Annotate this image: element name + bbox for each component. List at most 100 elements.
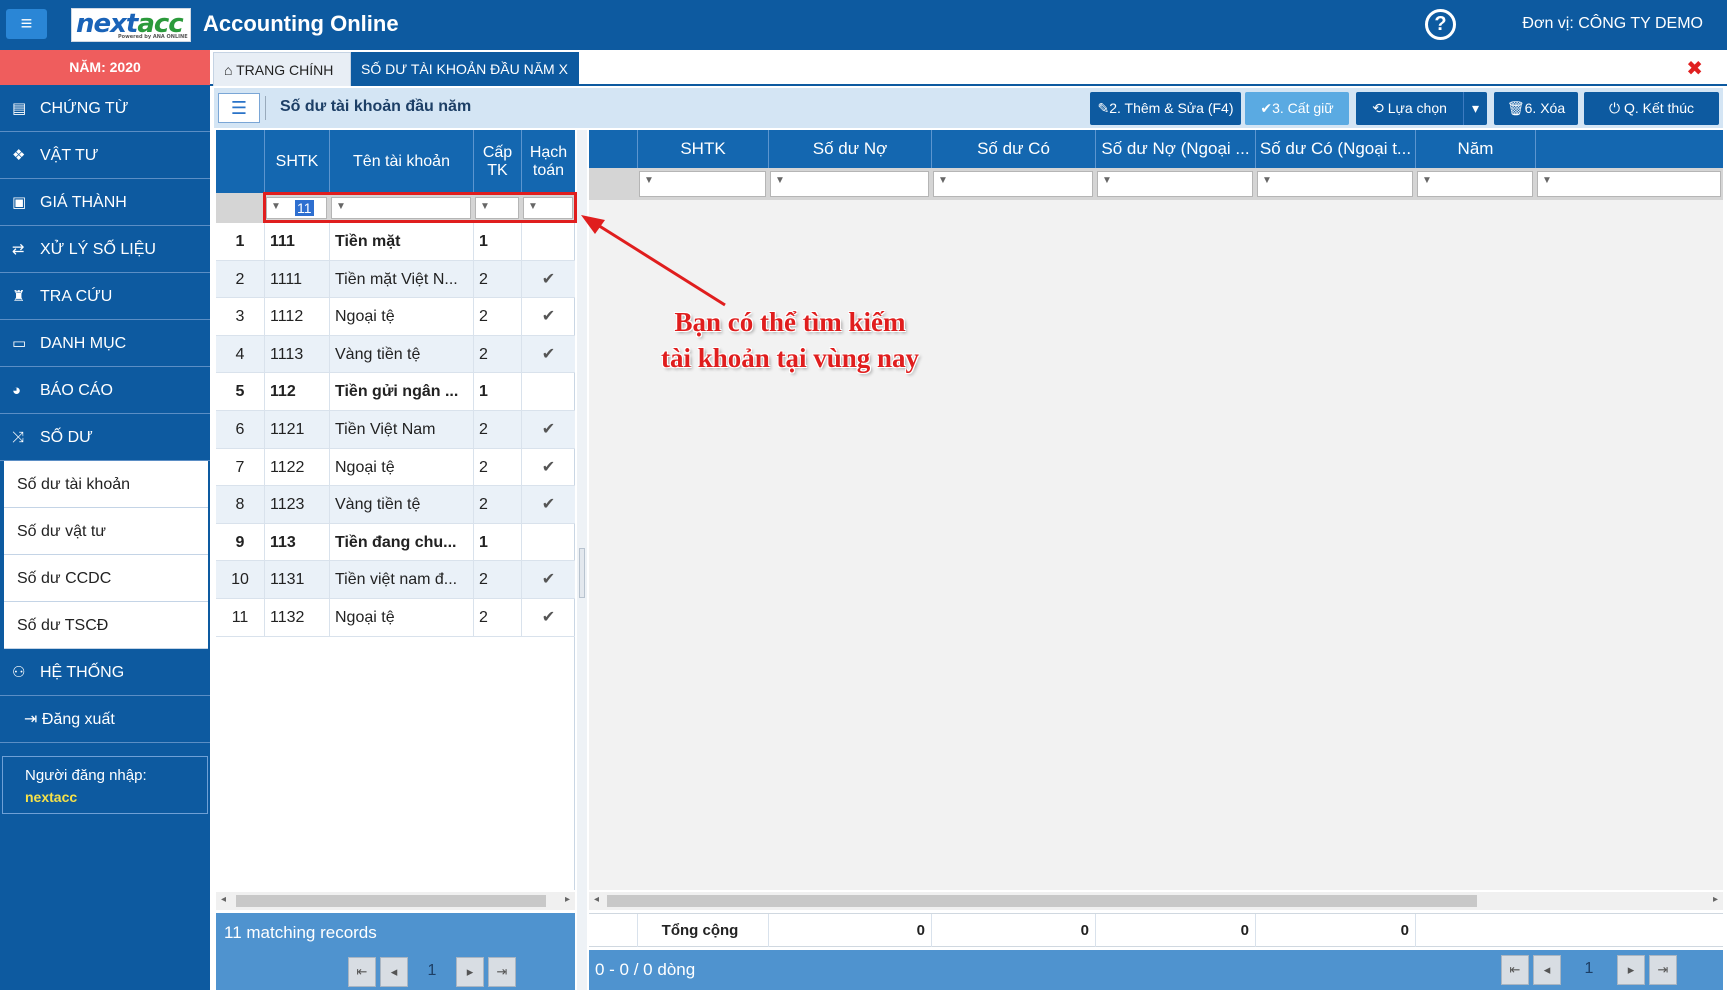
table-row[interactable]: 6 1121 Tiền Việt Nam 2 ✔ [216, 410, 575, 449]
col-account-name[interactable]: Tên tài khoản [329, 130, 473, 193]
right-grid-footer: 0 - 0 / 0 dòng ⇤ ◂ 1 ▸ ⇥ [589, 950, 1723, 990]
splitter-grip[interactable] [579, 548, 585, 598]
table-row[interactable]: 11 1132 Ngoại tệ 2 ✔ [216, 598, 575, 637]
sidebar-item-he-thong[interactable]: ⚇ HỆ THỐNG [0, 649, 210, 696]
check-icon: ✔ [521, 260, 575, 298]
col-r-shtk[interactable]: SHTK [637, 130, 768, 168]
scroll-left-icon[interactable]: ◂ [594, 894, 599, 905]
sidebar: NĂM: 2020 ▤ CHỨNG TỪ ❖ VẬT TƯ ▣ GIÁ THÀNH ⇄… [0, 50, 210, 990]
right-horizontal-scrollbar[interactable]: ◂ ▸ [589, 892, 1723, 910]
scroll-thumb[interactable] [607, 895, 1477, 907]
list-view-icon[interactable]: ☰ [218, 93, 260, 123]
table-row[interactable]: 4 1113 Vàng tiền tệ 2 ✔ [216, 335, 575, 374]
table-row[interactable]: 1 111 Tiền mặt 1 [216, 223, 575, 261]
prev-page-icon[interactable]: ◂ [380, 957, 408, 987]
balance-filter-row: ▼ ▼ ▼ ▼ ▼ ▼ ▼ [589, 168, 1723, 200]
check-icon [521, 523, 575, 561]
delete-button[interactable]: 🗑6. Xóa [1494, 92, 1578, 125]
table-row[interactable]: 7 1122 Ngoại tệ 2 ✔ [216, 448, 575, 487]
sidebar-item-bao-cao[interactable]: ◕ BÁO CÁO [0, 367, 210, 414]
scroll-left-icon[interactable]: ◂ [221, 894, 226, 905]
col-credit-foreign[interactable]: Số dư Có (Ngoại t... [1255, 130, 1415, 168]
sidebar-item-tra-cuu[interactable]: ♜ TRA CỨU [0, 273, 210, 320]
scroll-right-icon[interactable]: ▸ [1713, 894, 1718, 905]
options-button[interactable]: ⟲ Lựa chọn ▾ [1356, 92, 1487, 125]
col-posted[interactable]: Hạch toán [521, 130, 575, 193]
chevron-down-icon[interactable]: ▾ [1463, 92, 1487, 125]
total-credit: 0 [931, 914, 1095, 947]
binoculars-icon: ♜ [12, 287, 26, 305]
submenu-so-du-ccdc[interactable]: Số dư CCDC [4, 555, 208, 602]
table-row[interactable]: 3 1112 Ngoại tệ 2 ✔ [216, 298, 575, 336]
save-button[interactable]: ✔3. Cất giữ [1245, 92, 1349, 125]
money-icon: ▣ [12, 193, 27, 211]
left-grid-footer: 11 matching records ⇤ ◂ 1 ▸ ⇥ [216, 913, 575, 990]
help-icon[interactable]: ? [1425, 9, 1456, 40]
sidebar-item-xu-ly-so-lieu[interactable]: ⇄ XỬ LÝ SỐ LIỆU [0, 226, 210, 273]
filter-icon: ▼ [1542, 175, 1552, 186]
left-horizontal-scrollbar[interactable]: ◂ ▸ [216, 892, 575, 910]
page-number[interactable]: 1 [1565, 955, 1613, 985]
col-debit[interactable]: Số dư Nợ [768, 130, 931, 168]
col-level[interactable]: Cấp TK [473, 130, 521, 193]
col-year[interactable]: Năm [1415, 130, 1535, 168]
finish-button[interactable]: ⏻ Q. Kết thúc [1584, 92, 1719, 125]
year-filter-input[interactable]: ▼ [1417, 171, 1533, 197]
sidebar-item-so-du[interactable]: ⤨ SỐ DƯ [0, 414, 210, 461]
add-edit-button[interactable]: ✎2. Thêm & Sửa (F4) [1090, 92, 1241, 125]
col-credit[interactable]: Số dư Có [931, 130, 1095, 168]
debit-foreign-filter-input[interactable]: ▼ [1097, 171, 1253, 197]
table-row[interactable]: 9 113 Tiền đang chu... 1 [216, 523, 575, 562]
last-page-icon[interactable]: ⇥ [488, 957, 516, 987]
credit-filter-input[interactable]: ▼ [933, 171, 1093, 197]
table-row[interactable]: 5 112 Tiền gửi ngân ... 1 [216, 373, 575, 411]
matching-records: 11 matching records [224, 923, 377, 942]
sidebar-item-gia-thanh[interactable]: ▣ GIÁ THÀNH [0, 179, 210, 226]
submenu-so-du-tai-khoan[interactable]: Số dư tài khoản [4, 461, 208, 508]
col-shtk[interactable]: SHTK [264, 130, 329, 193]
check-icon [521, 373, 575, 411]
tab-bar: ⌂ TRANG CHÍNH SỐ DƯ TÀI KHOẢN ĐẦU NĂM X … [210, 50, 1727, 86]
logout-link[interactable]: ⇥ Đăng xuất [0, 696, 210, 743]
sidebar-item-danh-muc[interactable]: ▭ DANH MỤC [0, 320, 210, 367]
r-shtk-filter-input[interactable]: ▼ [639, 171, 766, 197]
table-row[interactable]: 8 1123 Vàng tiền tệ 2 ✔ [216, 486, 575, 524]
shuffle-icon: ⤨ [12, 428, 25, 446]
next-page-icon[interactable]: ▸ [1617, 955, 1645, 985]
prev-page-icon[interactable]: ◂ [1533, 955, 1561, 985]
submenu-so-du-vat-tu[interactable]: Số dư vật tư [4, 508, 208, 555]
next-page-icon[interactable]: ▸ [456, 957, 484, 987]
first-page-icon[interactable]: ⇤ [1501, 955, 1529, 985]
last-page-icon[interactable]: ⇥ [1649, 955, 1677, 985]
toolbar-divider [265, 96, 266, 120]
sidebar-item-vat-tu[interactable]: ❖ VẬT TƯ [0, 132, 210, 179]
table-row[interactable]: 2 1111 Tiền mặt Việt N... 2 ✔ [216, 260, 575, 299]
submenu-so-du-tscd[interactable]: Số dư TSCĐ [4, 602, 208, 649]
table-row[interactable]: 10 1131 Tiền việt nam đ... 2 ✔ [216, 561, 575, 599]
page-number[interactable]: 1 [412, 957, 452, 987]
so-du-submenu: Số dư tài khoản Số dư vật tư Số dư CCDC … [4, 461, 208, 649]
scroll-thumb[interactable] [236, 895, 546, 907]
record-range: 0 - 0 / 0 dòng [595, 960, 696, 979]
total-debit-foreign: 0 [1095, 914, 1255, 947]
extra-filter-input[interactable]: ▼ [1537, 171, 1721, 197]
credit-foreign-filter-input[interactable]: ▼ [1257, 171, 1413, 197]
account-grid-header: SHTK Tên tài khoản Cấp TK Hạch toán [216, 130, 575, 193]
top-header: ≡ nextacc Powered by ANA ONLINE Accounti… [0, 0, 1727, 50]
scroll-right-icon[interactable]: ▸ [565, 894, 570, 905]
login-info: Người đăng nhập: nextacc [2, 756, 208, 814]
hamburger-menu-button[interactable]: ≡ [6, 9, 47, 39]
card-icon: ▭ [12, 334, 27, 352]
tab-home[interactable]: ⌂ TRANG CHÍNH [213, 52, 351, 86]
account-rows: 1 111 Tiền mặt 1 2 1111 Tiền mặt Việt N... 2 ✔ … [216, 223, 575, 637]
col-debit-foreign[interactable]: Số dư Nợ (Ngoại ... [1095, 130, 1255, 168]
check-icon [521, 223, 575, 260]
sidebar-item-chung-tu[interactable]: ▤ CHỨNG TỪ [0, 85, 210, 132]
tab-opening-balance[interactable]: SỐ DƯ TÀI KHOẢN ĐẦU NĂM X [351, 52, 579, 86]
debit-filter-input[interactable]: ▼ [770, 171, 929, 197]
filter-highlight-box [263, 192, 577, 223]
organization-label: Đơn vị: CÔNG TY DEMO [1522, 15, 1703, 32]
nextacc-logo: nextacc Powered by ANA ONLINE [71, 8, 191, 42]
close-icon[interactable]: ✖ [1686, 59, 1703, 79]
first-page-icon[interactable]: ⇤ [348, 957, 376, 987]
